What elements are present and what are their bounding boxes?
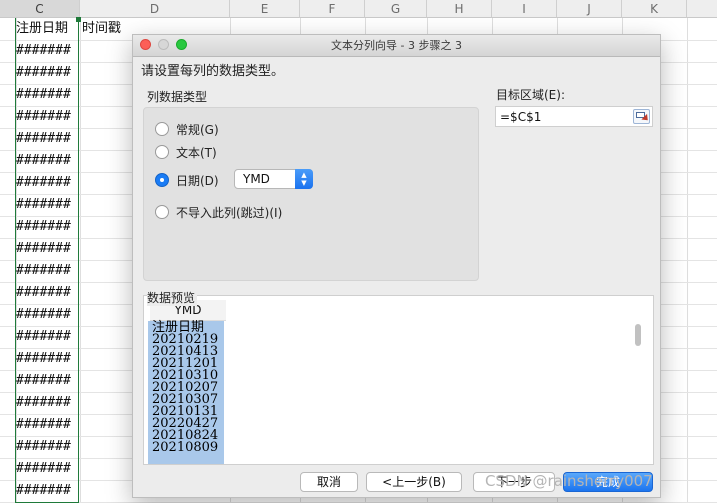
column-header-j[interactable]: J (557, 0, 622, 18)
column-header-c[interactable]: C (0, 0, 80, 18)
chevron-updown-icon: ▲ ▼ (295, 169, 313, 189)
radio-skip-label: 不导入此列(跳过)(I) (176, 205, 283, 220)
cancel-button[interactable]: 取消 (300, 472, 358, 492)
cell-overflow[interactable]: ####### (16, 194, 79, 216)
preview-scrollbar[interactable] (635, 324, 641, 346)
cell-overflow[interactable]: ####### (16, 370, 79, 392)
cell-overflow[interactable]: ####### (16, 128, 79, 150)
data-preview[interactable]: YMD 注册日期 20210219 20210413 20211201 20210310… (143, 295, 654, 465)
radio-skip[interactable]: 不导入此列(跳过)(I) (155, 202, 282, 222)
cell-overflow[interactable]: ####### (16, 150, 79, 172)
date-format-value: YMD (243, 172, 270, 186)
destination-label: 目标区域(E): (496, 88, 565, 102)
cell-overflow[interactable]: ####### (16, 326, 79, 348)
collapse-dialog-button[interactable] (633, 109, 651, 124)
cell-c1[interactable]: 注册日期 (16, 18, 79, 40)
radio-general-circle[interactable] (155, 122, 169, 136)
radio-date-circle[interactable] (155, 173, 169, 187)
column-header-blank (687, 0, 717, 18)
cell-overflow[interactable]: ####### (16, 238, 79, 260)
column-header-k[interactable]: K (622, 0, 687, 18)
instruction-text: 请设置每列的数据类型。 (141, 64, 285, 79)
cell-overflow[interactable]: ####### (16, 260, 79, 282)
column-header-h[interactable]: H (427, 0, 492, 18)
cell-overflow[interactable]: ####### (16, 414, 79, 436)
cell-overflow[interactable]: ####### (16, 458, 79, 480)
dialog-title: 文本分列向导 - 3 步骤之 3 (331, 39, 462, 52)
radio-text-label: 文本(T) (176, 145, 217, 160)
radio-date[interactable]: 日期(D) (155, 170, 219, 190)
radio-text[interactable]: 文本(T) (155, 142, 217, 162)
preview-row: 20210809 (152, 440, 219, 455)
cell-overflow[interactable]: ####### (16, 172, 79, 194)
group-title: 列数据类型 (147, 90, 208, 104)
cell-overflow[interactable]: ####### (16, 84, 79, 106)
fill-handle[interactable] (76, 17, 81, 22)
cell-overflow[interactable]: ####### (16, 40, 79, 62)
destination-value: =$C$1 (500, 110, 542, 124)
cell-overflow[interactable]: ####### (16, 62, 79, 84)
text-to-columns-dialog: 文本分列向导 - 3 步骤之 3 请设置每列的数据类型。 列数据类型 常规(G)… (132, 34, 661, 498)
cell-overflow[interactable]: ####### (16, 392, 79, 414)
cell-overflow[interactable]: ####### (16, 106, 79, 128)
cell-overflow[interactable]: ####### (16, 304, 79, 326)
title-bar[interactable]: 文本分列向导 - 3 步骤之 3 (133, 35, 660, 57)
column-header-i[interactable]: I (492, 0, 557, 18)
watermark: CSDN @rainsherry007 (485, 472, 653, 490)
column-header-e[interactable]: E (230, 0, 300, 18)
destination-input[interactable]: =$C$1 (495, 106, 653, 127)
column-header-f[interactable]: F (300, 0, 365, 18)
cell-overflow[interactable]: ####### (16, 436, 79, 458)
radio-general[interactable]: 常规(G) (155, 119, 219, 139)
cell-overflow[interactable]: ####### (16, 480, 79, 502)
column-header-d[interactable]: D (80, 0, 230, 18)
radio-text-circle[interactable] (155, 145, 169, 159)
radio-general-label: 常规(G) (176, 122, 219, 137)
cell-overflow[interactable]: ####### (16, 348, 79, 370)
cell-overflow[interactable]: ####### (16, 282, 79, 304)
back-button[interactable]: <上一步(B) (366, 472, 462, 492)
radio-skip-circle[interactable] (155, 205, 169, 219)
preview-label: 数据预览 (147, 289, 198, 306)
date-format-select[interactable]: YMD ▲ ▼ (234, 169, 313, 189)
radio-date-label: 日期(D) (176, 173, 219, 188)
cell-overflow[interactable]: ####### (16, 216, 79, 238)
column-header-g[interactable]: G (365, 0, 427, 18)
